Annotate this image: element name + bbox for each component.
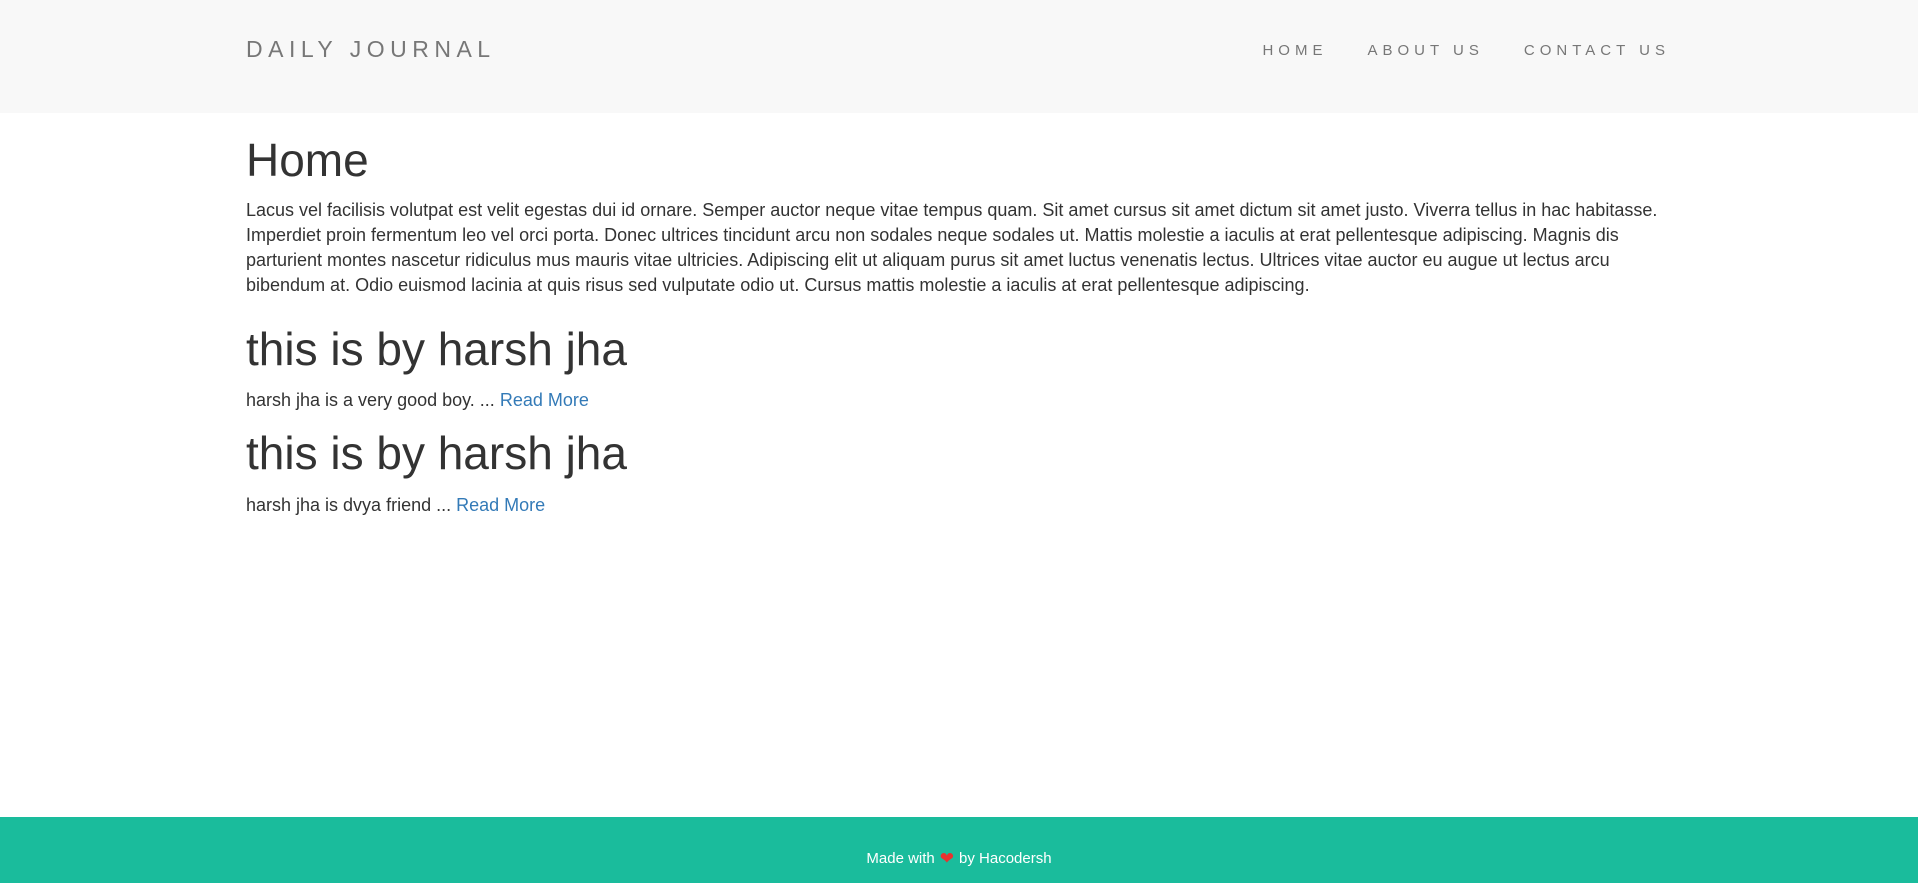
footer: Made with ❤ by Hacodersh <box>0 817 1918 883</box>
footer-credit: Made with ❤ by Hacodersh <box>0 850 1918 868</box>
nav-item-about-us: ABOUT US <box>1367 42 1483 60</box>
nav-item-home: HOME <box>1262 42 1327 60</box>
heart-icon: ❤ <box>939 849 955 868</box>
post-title: this is by harsh jha <box>246 427 627 480</box>
post-item: this is by harsh jha harsh jha is dvya f… <box>246 428 1672 517</box>
post-excerpt: harsh jha is dvya friend ... <box>246 494 452 515</box>
nav-links: HOME ABOUT US CONTACT US <box>1262 42 1670 60</box>
post-excerpt-row: harsh jha is a very good boy. ... Read M… <box>246 388 1672 412</box>
footer-suffix: by Hacodersh <box>959 850 1052 867</box>
post-excerpt-row: harsh jha is dvya friend ... Read More <box>246 493 1672 517</box>
read-more-link[interactable]: Read More <box>456 495 545 515</box>
main-content: Home Lacus vel facilisis volutpat est ve… <box>246 113 1672 517</box>
nav-item-contact-us: CONTACT US <box>1524 42 1670 60</box>
post-item: this is by harsh jha harsh jha is a very… <box>246 322 1672 413</box>
post-title: this is by harsh jha <box>246 322 627 375</box>
nav-link-home[interactable]: HOME <box>1262 42 1327 59</box>
footer-prefix: Made with <box>866 850 935 867</box>
page-title: Home <box>246 134 369 186</box>
brand-link[interactable]: DAILY JOURNAL <box>246 36 496 63</box>
read-more-link[interactable]: Read More <box>500 390 589 410</box>
navbar: DAILY JOURNAL HOME ABOUT US CONTACT US <box>0 0 1918 113</box>
intro-paragraph: Lacus vel facilisis volutpat est velit e… <box>246 199 1658 295</box>
post-excerpt: harsh jha is a very good boy. ... <box>246 390 495 411</box>
nav-link-contact-us[interactable]: CONTACT US <box>1524 42 1670 59</box>
nav-link-about-us[interactable]: ABOUT US <box>1367 42 1483 59</box>
